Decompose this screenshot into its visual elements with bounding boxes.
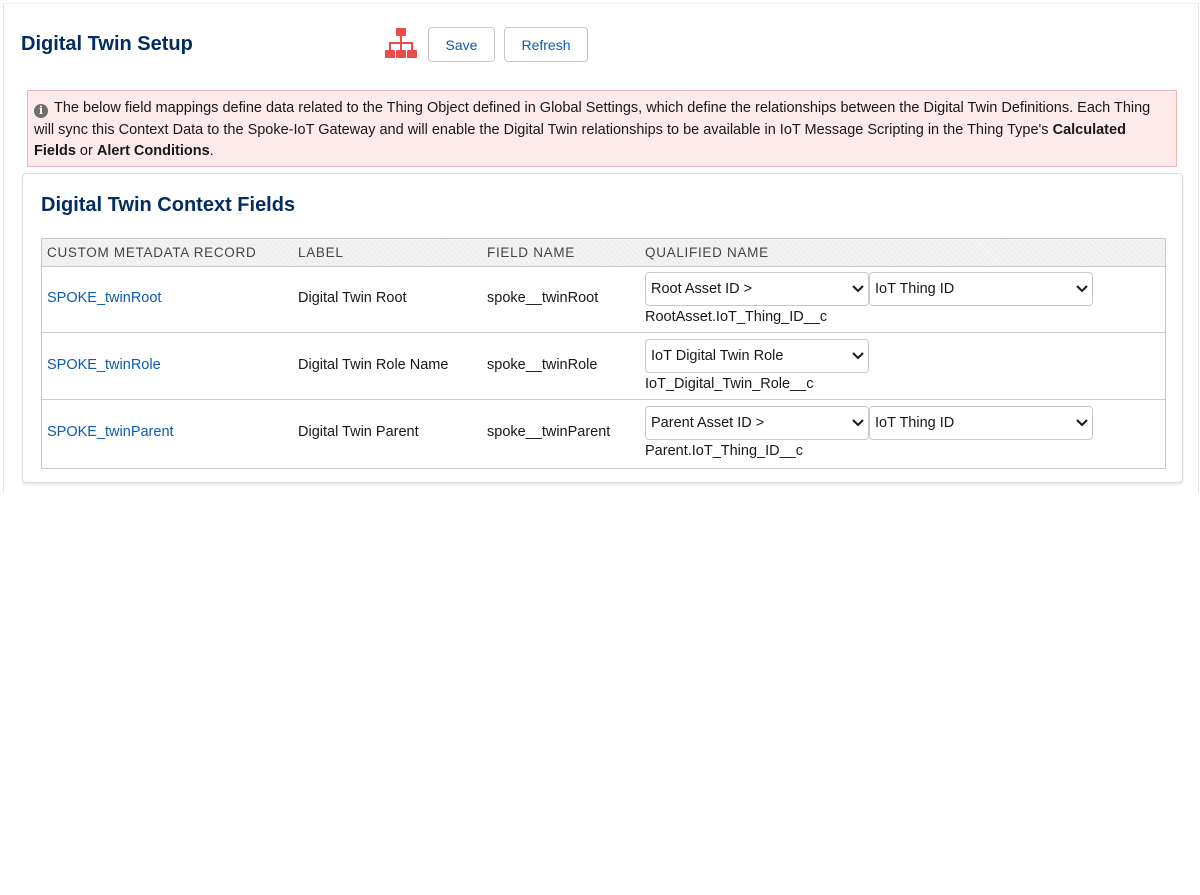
row-field-name: spoke__twinRole [487, 357, 598, 373]
row-field-name: spoke__twinRoot [487, 290, 599, 306]
row-label: Digital Twin Parent [298, 424, 419, 440]
qualified-name-text: IoT_Digital_Twin_Role__c [645, 376, 814, 392]
context-fields-table: CUSTOM METADATA RECORD LABEL FIELD NAME … [41, 238, 1166, 469]
chevron-down-icon [852, 285, 864, 293]
row-label: Digital Twin Root [298, 290, 407, 306]
card-title: Digital Twin Context Fields [41, 194, 296, 216]
select-value: IoT Digital Twin Role [651, 348, 784, 364]
table-row: SPOKE_twinRole Digital Twin Role Name sp… [42, 333, 1165, 400]
chevron-down-icon [852, 352, 864, 360]
relationship-select[interactable]: Root Asset ID > [645, 272, 869, 306]
field-select[interactable]: IoT Thing ID [869, 272, 1093, 306]
info-banner: i The below field mappings define data re… [27, 90, 1177, 167]
column-header-record: CUSTOM METADATA RECORD [47, 245, 257, 260]
table-header: CUSTOM METADATA RECORD LABEL FIELD NAME … [42, 239, 1165, 267]
select-value: Parent Asset ID > [651, 415, 765, 431]
column-header-field-name: FIELD NAME [487, 245, 576, 260]
table-row: SPOKE_twinParent Digital Twin Parent spo… [42, 400, 1165, 466]
banner-text-end: . [209, 143, 214, 159]
select-value: Root Asset ID > [651, 281, 753, 297]
select-value: IoT Thing ID [875, 415, 955, 431]
chevron-down-icon [1076, 285, 1088, 293]
page-header: Digital Twin Setup Save Refresh [21, 27, 1181, 63]
qualified-name-text: RootAsset.IoT_Thing_ID__c [645, 309, 828, 325]
save-button[interactable]: Save [428, 27, 495, 62]
record-link[interactable]: SPOKE_twinRoot [47, 290, 161, 306]
row-field-name: spoke__twinParent [487, 424, 611, 440]
field-select[interactable]: IoT Thing ID [869, 406, 1093, 440]
select-value: IoT Thing ID [875, 281, 955, 297]
relationship-select[interactable]: IoT Digital Twin Role [645, 339, 869, 373]
table-row: SPOKE_twinRoot Digital Twin Root spoke__… [42, 266, 1165, 333]
qualified-name-text: Parent.IoT_Thing_ID__c [645, 443, 803, 459]
hierarchy-icon [385, 28, 417, 58]
relationship-select[interactable]: Parent Asset ID > [645, 406, 869, 440]
page-title: Digital Twin Setup [21, 33, 193, 55]
refresh-button[interactable]: Refresh [504, 27, 588, 62]
banner-bold-alert-conditions: Alert Conditions [96, 143, 210, 159]
banner-text-mid: or [75, 143, 97, 159]
record-link[interactable]: SPOKE_twinParent [47, 424, 174, 440]
column-header-qualified-name: QUALIFIED NAME [645, 245, 769, 260]
record-link[interactable]: SPOKE_twinRole [47, 357, 161, 373]
info-icon: i [34, 104, 48, 118]
chevron-down-icon [852, 419, 864, 427]
row-label: Digital Twin Role Name [298, 357, 449, 373]
column-header-label: LABEL [298, 245, 344, 260]
chevron-down-icon [1076, 419, 1088, 427]
context-fields-card: Digital Twin Context Fields CUSTOM METAD… [22, 173, 1183, 483]
banner-text: The below field mappings define data rel… [34, 100, 1151, 138]
